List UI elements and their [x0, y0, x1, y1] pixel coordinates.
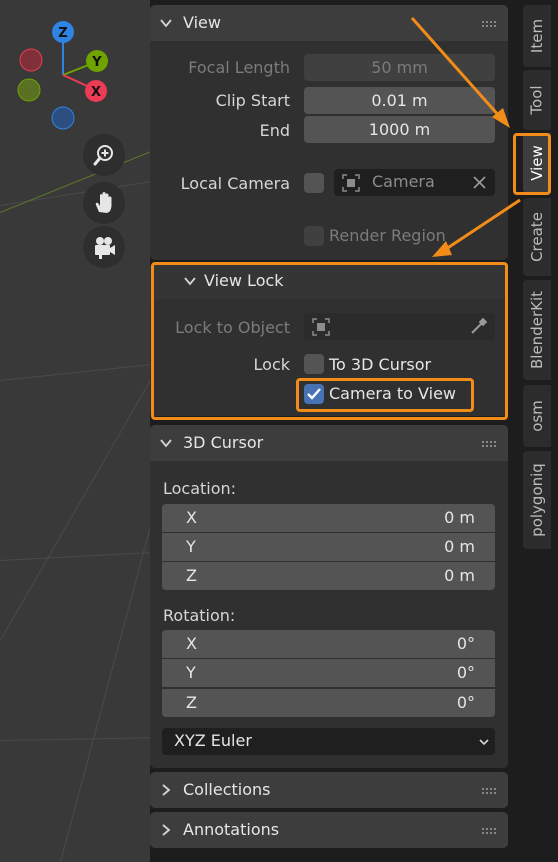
- chevron-down-icon: [160, 439, 172, 448]
- chevron-down-icon: [160, 19, 172, 28]
- eyedropper-icon[interactable]: [469, 316, 489, 336]
- drag-handle-icon[interactable]: [482, 788, 496, 794]
- tab-blenderkit[interactable]: BlenderKit: [523, 280, 551, 380]
- render-region-label: Render Region: [329, 226, 446, 245]
- tab-item[interactable]: Item: [523, 5, 551, 67]
- view-lock-panel: View Lock Lock to Object Lock To 3D Curs…: [150, 263, 508, 416]
- close-icon[interactable]: [473, 176, 486, 189]
- view-lock-title: View Lock: [204, 271, 284, 290]
- camera-to-view-checkbox[interactable]: [304, 384, 324, 404]
- drag-handle-icon[interactable]: [482, 828, 496, 834]
- object-icon: [342, 174, 360, 192]
- lock-to-3d-cursor-label: To 3D Cursor: [329, 355, 432, 374]
- annotations-panel: Annotations: [150, 812, 508, 848]
- chevron-right-icon: [162, 824, 171, 836]
- tab-view[interactable]: View: [523, 133, 551, 193]
- camera-to-view-label: Camera to View: [329, 384, 456, 403]
- negative-y-icon: [17, 78, 41, 102]
- annotations-title: Annotations: [183, 820, 280, 839]
- navigation-gizmo[interactable]: Z Y X: [10, 15, 130, 140]
- svg-text:Z: Z: [58, 26, 67, 41]
- 3d-cursor-panel: 3D Cursor Location: X 0 m Y 0 m Z 0 m Ro…: [150, 425, 508, 768]
- tab-polygoniq[interactable]: polygoniq: [523, 451, 551, 549]
- svg-text:Y: Y: [91, 55, 102, 70]
- chevron-down-icon: [479, 739, 489, 746]
- 3d-cursor-title: 3D Cursor: [183, 433, 264, 452]
- checkmark-icon: [307, 388, 321, 400]
- chevron-down-icon: [184, 277, 196, 286]
- collections-title: Collections: [183, 780, 271, 799]
- clip-start-field[interactable]: 0.01 m: [304, 87, 495, 114]
- lock-label: Lock: [253, 355, 290, 374]
- zoom-icon: [93, 145, 113, 166]
- lock-to-object-picker[interactable]: [304, 313, 495, 340]
- hand-pan-icon: [95, 192, 112, 213]
- view-panel-header[interactable]: View: [150, 5, 508, 41]
- location-x-field[interactable]: X 0 m: [162, 504, 495, 532]
- tab-create[interactable]: Create: [523, 198, 551, 276]
- 3d-viewport[interactable]: Z Y X: [0, 0, 150, 862]
- local-camera-label: Local Camera: [180, 174, 290, 193]
- negative-z-icon: [51, 106, 75, 130]
- lock-to-3d-cursor-checkbox[interactable]: [304, 354, 324, 374]
- local-camera-checkbox[interactable]: [304, 173, 324, 193]
- drag-handle-icon[interactable]: [482, 21, 496, 27]
- pan-button[interactable]: [83, 182, 125, 224]
- sidebar-tabs: Item Tool View Create BlenderKit osm pol…: [520, 0, 558, 862]
- rotation-y-field[interactable]: Y 0°: [162, 659, 495, 687]
- clip-end-label: End: [259, 121, 290, 140]
- view-panel-title: View: [183, 13, 221, 32]
- rotation-mode-dropdown[interactable]: XYZ Euler: [162, 728, 495, 755]
- tab-tool[interactable]: Tool: [523, 70, 551, 130]
- negative-x-icon: [19, 48, 43, 72]
- object-icon: [312, 318, 330, 336]
- focal-length-field: 50 mm: [304, 54, 495, 81]
- grid-line: [0, 737, 150, 741]
- render-region-checkbox: [304, 226, 324, 246]
- location-z-field[interactable]: Z 0 m: [162, 562, 495, 590]
- rotation-z-field[interactable]: Z 0°: [162, 689, 495, 717]
- rotation-x-field[interactable]: X 0°: [162, 630, 495, 658]
- grid-line: [0, 363, 150, 381]
- clip-start-label: Clip Start: [215, 91, 290, 110]
- tab-osm[interactable]: osm: [523, 385, 551, 447]
- view-lock-header[interactable]: View Lock: [150, 263, 508, 299]
- camera-icon: [95, 237, 115, 259]
- chevron-right-icon: [162, 784, 171, 796]
- svg-text:X: X: [91, 85, 101, 100]
- local-camera-placeholder: Camera: [372, 172, 435, 191]
- focal-length-label: Focal Length: [188, 58, 290, 77]
- grid-line: [0, 551, 150, 561]
- zoom-button[interactable]: [83, 134, 125, 176]
- y-axis-line: [0, 148, 150, 213]
- view-panel: View Focal Length 50 mm Clip Start 0.01 …: [150, 5, 508, 260]
- rotation-label: Rotation:: [163, 606, 236, 625]
- lock-to-object-label: Lock to Object: [175, 318, 290, 337]
- collections-header[interactable]: Collections: [150, 772, 508, 808]
- collections-panel: Collections: [150, 772, 508, 808]
- clip-end-field[interactable]: 1000 m: [304, 116, 495, 143]
- camera-view-button[interactable]: [83, 226, 125, 268]
- annotations-header[interactable]: Annotations: [150, 812, 508, 848]
- location-y-field[interactable]: Y 0 m: [162, 533, 495, 561]
- location-label: Location:: [163, 479, 237, 498]
- local-camera-picker[interactable]: Camera: [334, 169, 495, 196]
- 3d-cursor-header[interactable]: 3D Cursor: [150, 425, 508, 461]
- n-panel-sidebar: View Focal Length 50 mm Clip Start 0.01 …: [150, 0, 520, 862]
- drag-handle-icon[interactable]: [482, 441, 496, 447]
- rotation-mode-value: XYZ Euler: [174, 731, 252, 750]
